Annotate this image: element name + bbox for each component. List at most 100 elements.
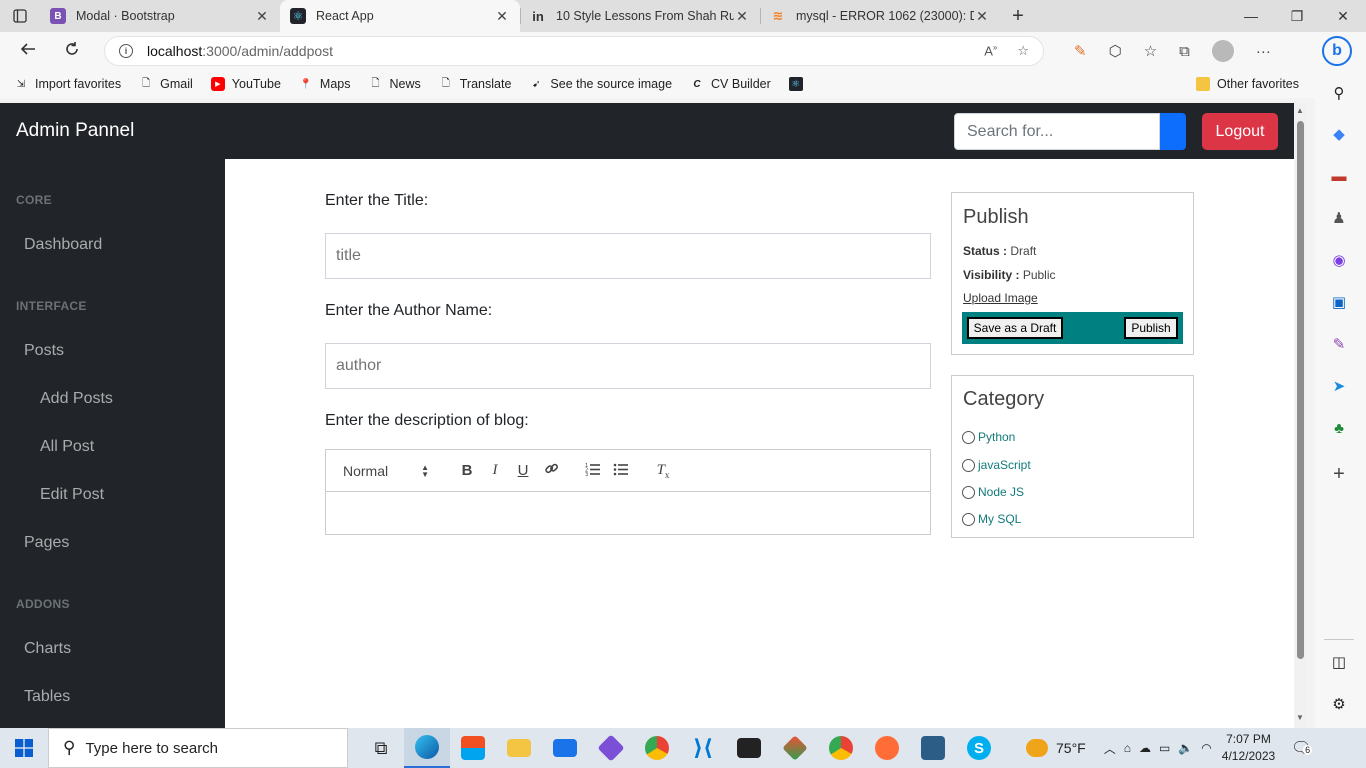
favorite-news[interactable]: 🗋 News [369,77,420,91]
refresh-button[interactable] [54,41,90,62]
page-scrollbar[interactable]: ▲ ▼ [1294,103,1307,728]
close-tab-icon[interactable]: ✕ [734,8,750,25]
minimize-icon[interactable]: — [1228,8,1274,25]
save-draft-button[interactable]: Save as a Draft [967,317,1063,339]
browser-tab-react-app[interactable]: ⚛ React App ✕ [280,0,520,32]
sidebar-item-edit-post[interactable]: Edit Post [40,486,104,504]
add-sidebar-app-icon[interactable]: + [1329,463,1349,485]
chevron-up-icon[interactable]: ︿ [1104,740,1116,757]
search-button[interactable] [1160,113,1186,150]
volume-icon[interactable]: 🔈 [1178,741,1193,755]
terminal-app-icon[interactable] [726,728,772,768]
scrollbar-thumb[interactable] [1297,121,1304,659]
author-input[interactable] [325,343,931,389]
designer-icon[interactable]: ✎ [1329,334,1349,354]
wifi-icon[interactable]: ◠ [1201,741,1211,755]
category-option-javascript[interactable]: javaScript [962,458,1031,472]
browser-tab-mysql-error[interactable]: ≋ mysql - ERROR 1062 (23000): Du ✕ [760,0,1000,32]
favorites-icon[interactable]: ☆ [1144,42,1157,60]
taskbar-search[interactable]: ⚲ Type here to search [48,728,348,768]
scroll-up-icon[interactable]: ▲ [1296,106,1304,115]
meet-now-icon[interactable]: ⌂ [1124,741,1131,755]
site-info-icon[interactable]: i [119,44,133,58]
clear-format-button[interactable]: Tx [649,462,677,480]
brand-title[interactable]: Admin Pannel [16,120,134,142]
vscode-app-icon[interactable]: ⟩⟨ [680,728,726,768]
close-tab-icon[interactable]: ✕ [254,8,270,25]
publish-button[interactable]: Publish [1124,317,1178,339]
start-button[interactable] [0,728,48,768]
mysql-workbench-icon[interactable] [910,728,956,768]
office-icon[interactable]: ◉ [1329,250,1349,270]
collections-icon[interactable]: ⧉ [1179,43,1190,60]
radio-button[interactable] [962,458,975,472]
favorite-react[interactable]: ⚛ [788,77,810,91]
favorite-gmail[interactable]: 🗋 Gmail [139,77,193,91]
weather-widget[interactable]: 75°F [1026,739,1086,757]
radio-button[interactable] [962,430,975,444]
postman-app-icon[interactable] [864,728,910,768]
other-favorites[interactable]: Other favorites [1196,77,1299,91]
chrome-profile-app-icon[interactable] [818,728,864,768]
search-input[interactable] [954,113,1160,150]
edge-app-icon[interactable] [404,728,450,768]
category-option-nodejs[interactable]: Node JS [962,485,1024,499]
radio-button[interactable] [962,512,975,526]
favorite-youtube[interactable]: ▶ YouTube [210,77,281,91]
skype-app-icon[interactable]: S [956,728,1002,768]
sidebar-item-posts[interactable]: Posts [24,342,64,360]
file-explorer-icon[interactable] [496,728,542,768]
store-app-icon[interactable] [450,728,496,768]
sidebar-toggle-icon[interactable]: ◫ [1329,652,1349,672]
profile-avatar[interactable] [1211,40,1234,62]
git-app-icon[interactable] [772,728,818,768]
sidebar-item-pages[interactable]: Pages [24,534,69,552]
visual-studio-icon[interactable] [588,728,634,768]
close-tab-icon[interactable]: ✕ [974,8,990,25]
ordered-list-button[interactable]: 123 [579,462,607,480]
sidebar-item-dashboard[interactable]: Dashboard [24,236,102,254]
sidebar-item-charts[interactable]: Charts [24,640,71,658]
browser-tab-style-lessons[interactable]: in 10 Style Lessons From Shah Rukh ✕ [520,0,760,32]
task-view-icon[interactable]: ⧉ [358,728,404,768]
search-icon[interactable]: ⚲ [1329,83,1349,103]
favorite-translate[interactable]: 🗋 Translate [439,77,512,91]
bold-button[interactable]: B [453,462,481,479]
tab-actions-button[interactable] [0,0,40,32]
close-tab-icon[interactable]: ✕ [494,8,510,25]
back-button[interactable] [10,41,46,62]
upload-image-link[interactable]: Upload Image [963,291,1038,305]
title-input[interactable] [325,233,931,279]
editor-content-area[interactable] [326,492,930,534]
category-option-python[interactable]: Python [962,430,1015,444]
tools-briefcase-icon[interactable]: ▬ [1329,166,1349,186]
favorite-cv-builder[interactable]: C CV Builder [690,77,770,91]
games-icon[interactable]: ♟ [1329,208,1349,228]
onedrive-cloud-icon[interactable]: ☁ [1139,741,1151,755]
taskbar-clock[interactable]: 7:07 PM 4/12/2023 [1222,731,1275,765]
link-button[interactable] [537,461,565,480]
scroll-down-icon[interactable]: ▼ [1296,713,1304,722]
new-tab-button[interactable]: + [1000,5,1036,28]
url-field[interactable]: i localhost:3000/admin/addpost A» ☆ [104,36,1044,66]
mail-app-icon[interactable] [542,728,588,768]
format-select[interactable]: Normal ▲ ▼ [343,463,429,479]
favorite-import[interactable]: ⇲ Import favorites [14,77,121,91]
read-aloud-icon[interactable]: A» [984,43,997,59]
italic-button[interactable]: I [481,462,509,479]
sidebar-item-all-post[interactable]: All Post [40,438,94,456]
extensions-icon[interactable]: ⬡ [1109,42,1122,60]
color-picker-extension-icon[interactable]: ✎ [1074,42,1087,60]
shopping-tag-icon[interactable]: ◆ [1329,124,1349,144]
logout-button[interactable]: Logout [1202,113,1278,150]
add-favorite-icon[interactable]: ☆ [1017,43,1029,59]
browser-tab-modal-bootstrap[interactable]: B Modal · Bootstrap ✕ [40,0,280,32]
outlook-icon[interactable]: ▣ [1329,292,1349,312]
bing-chat-icon[interactable]: b [1322,36,1352,66]
restore-icon[interactable]: ❐ [1274,8,1320,25]
sidebar-item-add-posts[interactable]: Add Posts [40,390,113,408]
more-menu-icon[interactable]: ··· [1256,43,1271,60]
sidebar-item-tables[interactable]: Tables [24,688,70,706]
bullet-list-button[interactable] [607,462,635,480]
battery-icon[interactable]: ▭ [1159,741,1170,755]
